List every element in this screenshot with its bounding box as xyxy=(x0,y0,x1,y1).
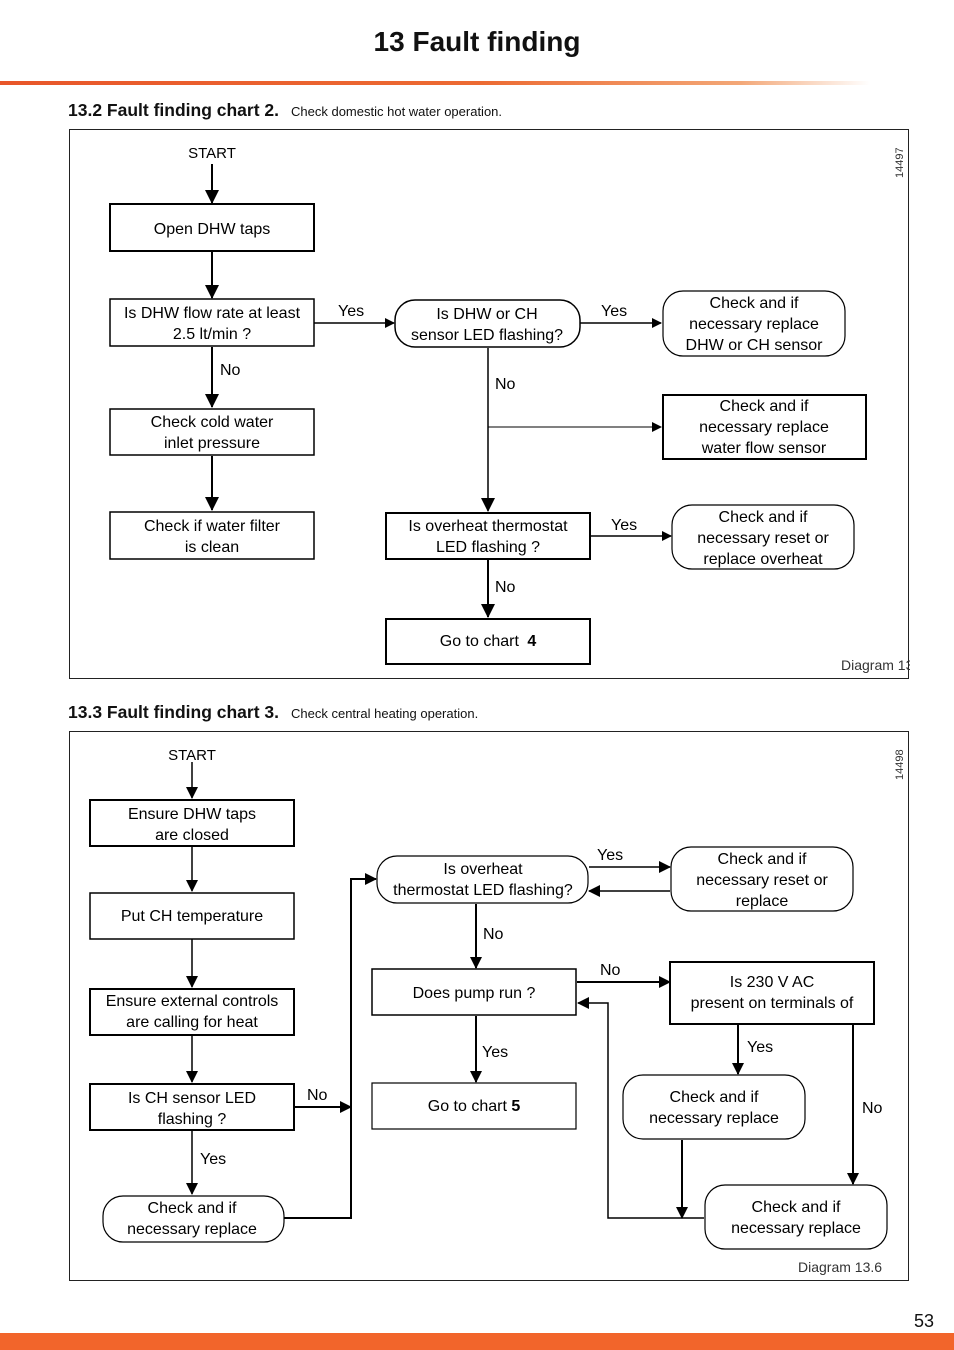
text-flow-rate-1: Is DHW flow rate at least xyxy=(124,305,301,322)
text-flow-rate-2: 2.5 lt/min ? xyxy=(173,326,251,343)
flowchart-chart3: START Ensure DHW taps are closed Put CH … xyxy=(89,747,906,1275)
text-replace-sensor-2: necessary replace xyxy=(689,316,819,333)
text-controls-1: Ensure external controls xyxy=(106,993,279,1010)
text-taps-2: are closed xyxy=(155,827,229,844)
footer-bar xyxy=(0,1333,954,1350)
text-cold-water-1: Check cold water xyxy=(151,414,274,431)
node-voltage xyxy=(669,961,875,1025)
text-ch-sensor-2: flashing ? xyxy=(158,1111,227,1128)
text-overheat-2: thermostat LED flashing? xyxy=(393,882,573,899)
ref-code: 14498 xyxy=(894,749,906,780)
goto-number: 4 xyxy=(527,633,536,650)
text-flow-sensor-2: necessary replace xyxy=(699,419,829,436)
text-flow-sensor-1: Check and if xyxy=(720,398,809,415)
node-replace-a xyxy=(622,1074,806,1140)
chart2-heading: 13.2 Fault finding chart 2. xyxy=(68,100,280,120)
text-overheat-2: LED flashing ? xyxy=(436,539,540,556)
goto-text: Go to chart xyxy=(428,1098,512,1115)
label-yes-ch-sensor: Yes xyxy=(200,1151,226,1168)
label-yes-pump: Yes xyxy=(482,1044,508,1061)
diagram-13-5: START Open DHW taps Is DHW flow rate at … xyxy=(69,129,910,679)
label-yes-flow: Yes xyxy=(338,303,364,320)
chart3-heading: 13.3 Fault finding chart 3. xyxy=(68,702,280,722)
flowchart-chart2: START Open DHW taps Is DHW flow rate at … xyxy=(109,145,910,673)
text-voltage-2: present on terminals of xyxy=(691,995,854,1012)
text-goto-chart4: Go to chart 4 xyxy=(440,633,537,650)
text-pump-run: Does pump run ? xyxy=(413,985,536,1002)
text-reset-overheat-2: necessary reset or xyxy=(697,530,829,547)
text-reset-overheat-1: Check and if xyxy=(719,509,808,526)
chart3-subheading: Check central heating operation. xyxy=(291,706,479,721)
section-heading-chart2: 13.2 Fault finding chart 2. Check domesti… xyxy=(68,100,502,121)
label-no-flow: No xyxy=(220,362,241,379)
start-label: START xyxy=(168,747,216,764)
diagram-13-6: START Ensure DHW taps are closed Put CH … xyxy=(69,731,909,1281)
text-overheat-1: Is overheat thermostat xyxy=(408,518,568,535)
page-number: 53 xyxy=(913,1311,934,1331)
page-title: 13 Fault finding xyxy=(373,26,581,57)
text-ch-temp: Put CH temperature xyxy=(121,908,263,925)
title-rule xyxy=(0,81,870,85)
text-reset-overheat-3: replace overheat xyxy=(703,551,823,568)
text-ch-sensor-1: Is CH sensor LED xyxy=(128,1090,256,1107)
text-replace-sensor-3: DHW or CH sensor xyxy=(686,337,824,354)
text-replace-sensor-1: Check and if xyxy=(710,295,799,312)
arrow-loop-to-overheat xyxy=(284,873,377,1219)
label-no-sensor: No xyxy=(495,376,516,393)
label-no-ch-sensor: No xyxy=(307,1087,328,1104)
label-no-overheat: No xyxy=(495,579,516,596)
text-replace-a-2: necessary replace xyxy=(649,1110,779,1127)
label-yes-overheat: Yes xyxy=(597,847,623,864)
label-no-pump: No xyxy=(600,962,621,979)
ref-code: 14497 xyxy=(894,147,906,178)
text-controls-2: are calling for heat xyxy=(126,1014,258,1031)
text-replace-b-1: Check and if xyxy=(752,1199,841,1216)
text-overheat-1: Is overheat xyxy=(443,861,523,878)
text-filter-1: Check if water filter xyxy=(144,518,281,535)
text-taps-1: Ensure DHW taps xyxy=(128,806,256,823)
label-yes-voltage: Yes xyxy=(747,1039,773,1056)
diagram-caption: Diagram 13.6 xyxy=(798,1259,882,1275)
text-voltage-1: Is 230 V AC xyxy=(730,974,815,991)
text-filter-2: is clean xyxy=(185,539,239,556)
chart2-subheading: Check domestic hot water operation. xyxy=(291,104,503,119)
text-replace-b-2: necessary replace xyxy=(731,1220,861,1237)
label-no-voltage: No xyxy=(862,1100,883,1117)
goto-text: Go to chart xyxy=(440,633,524,650)
text-goto-chart5: Go to chart 5 xyxy=(428,1098,521,1115)
label-yes-overheat: Yes xyxy=(611,517,637,534)
text-sensor-led-1: Is DHW or CH xyxy=(436,306,537,323)
text-replace-ch-2: necessary replace xyxy=(127,1221,257,1238)
goto-number: 5 xyxy=(511,1098,520,1115)
start-label: START xyxy=(188,145,236,162)
text-flow-sensor-3: water flow sensor xyxy=(701,440,827,457)
text-replace-a-1: Check and if xyxy=(670,1089,759,1106)
text-open-taps: Open DHW taps xyxy=(154,221,270,238)
text-cold-water-2: inlet pressure xyxy=(164,435,260,452)
label-no-overheat: No xyxy=(483,926,504,943)
text-replace-ch-1: Check and if xyxy=(148,1200,237,1217)
text-sensor-led-2: sensor LED flashing? xyxy=(411,327,563,344)
diagram-caption: Diagram 13.5 xyxy=(841,657,910,673)
section-heading-chart3: 13.3 Fault finding chart 3. Check central… xyxy=(68,702,478,723)
text-reset-2: necessary reset or xyxy=(696,872,828,889)
text-reset-1: Check and if xyxy=(718,851,807,868)
label-yes-sensor: Yes xyxy=(601,303,627,320)
text-reset-3: replace xyxy=(736,893,789,910)
node-replace-b xyxy=(704,1184,888,1250)
